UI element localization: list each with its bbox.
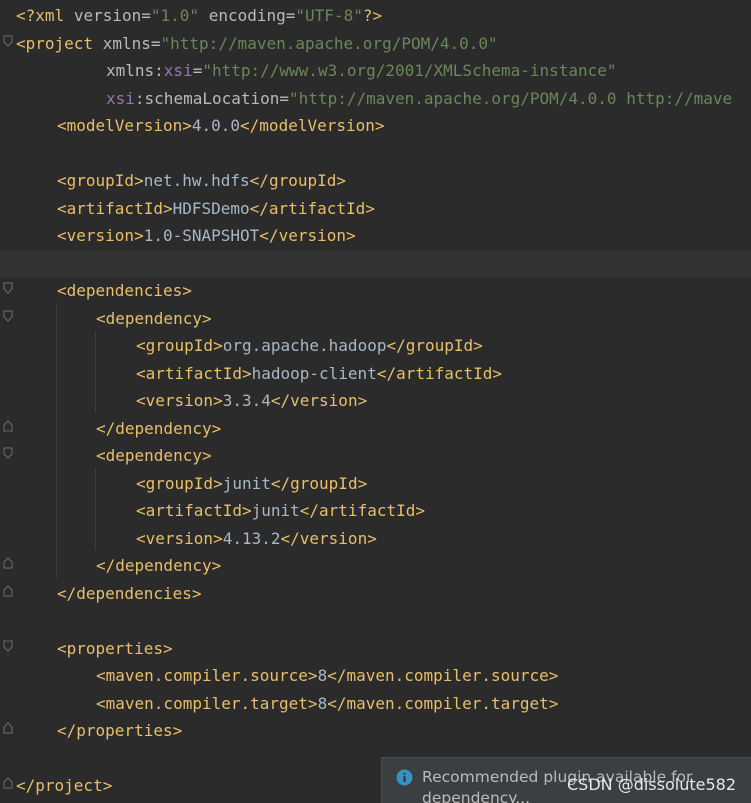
code-line[interactable]: <groupId>org.apache.hadoop</groupId>: [0, 332, 751, 360]
open-tag: <dependencies>: [57, 281, 192, 300]
open-tag: <dependency>: [96, 446, 212, 465]
code-line[interactable]: <artifactId>HDFSDemo</artifactId>: [0, 195, 751, 223]
code-line[interactable]: <modelVersion>4.0.0</modelVersion>: [0, 112, 751, 140]
code-line[interactable]: <maven.compiler.source>8</maven.compiler…: [0, 662, 751, 690]
open-tag: <artifactId>: [136, 501, 252, 520]
namespace-prefix: xsi: [106, 88, 135, 108]
code-line[interactable]: <version>3.3.4</version>: [0, 387, 751, 415]
code-line[interactable]: <groupId>junit</groupId>: [0, 470, 751, 498]
tag-text: 8: [317, 666, 328, 685]
code-line[interactable]: <maven.compiler.target>8</maven.compiler…: [0, 690, 751, 718]
tag-text: net.hw.hdfs: [143, 171, 250, 190]
open-tag: <maven.compiler.target>: [96, 693, 318, 713]
code-line[interactable]: <properties>: [0, 635, 751, 663]
attribute-name: :schemaLocation: [134, 88, 280, 108]
attribute-name: xmlns: [102, 33, 151, 53]
code-line[interactable]: <artifactId>hadoop-client</artifactId>: [0, 360, 751, 388]
close-tag: </modelVersion>: [240, 116, 385, 135]
attribute-name: version: [73, 6, 142, 25]
tag-text: 8: [317, 693, 328, 713]
code-line[interactable]: <dependency>: [0, 442, 751, 470]
equals-sign: =: [150, 33, 161, 53]
open-tag: <maven.compiler.source>: [96, 666, 318, 685]
code-line[interactable]: <?xml version="1.0" encoding="UTF-8"?>: [0, 2, 751, 30]
close-tag: </artifactId>: [376, 363, 503, 383]
attribute-name: xmlns:: [106, 61, 164, 80]
code-line-empty[interactable]: [0, 140, 751, 168]
tag-text: org.apache.hadoop: [222, 336, 387, 355]
tag-text: 4.0.0: [191, 116, 241, 135]
close-tag: </properties>: [57, 721, 183, 740]
open-tag: <groupId>: [57, 171, 144, 190]
close-tag: </artifactId>: [299, 501, 425, 520]
equals-sign: =: [285, 6, 296, 25]
code-line[interactable]: </dependency>: [0, 552, 751, 580]
code-line[interactable]: <project xmlns="http://maven.apache.org/…: [0, 30, 751, 58]
attribute-name: encoding: [208, 6, 286, 25]
code-line[interactable]: <version>1.0-SNAPSHOT</version>: [0, 222, 751, 250]
close-tag: </groupId>: [386, 336, 483, 355]
tag-text: junit: [222, 473, 271, 493]
current-line-highlight[interactable]: [0, 249, 751, 277]
attribute-value: "UTF-8": [295, 6, 363, 25]
namespace-prefix: xsi: [163, 61, 193, 80]
close-tag: </version>: [270, 391, 368, 410]
close-tag: </dependencies>: [57, 583, 202, 603]
attribute-value: "http://maven.apache.org/POM/4.0.0": [160, 33, 498, 53]
tag-text: hadoop-client: [251, 363, 377, 383]
open-tag: <artifactId>: [136, 363, 252, 383]
code-line[interactable]: <artifactId>junit</artifactId>: [0, 497, 751, 525]
code-line-empty[interactable]: [0, 607, 751, 635]
close-tag: </maven.compiler.target>: [327, 693, 559, 713]
xml-declaration-open: <?xml: [16, 6, 65, 25]
tag-text: 4.13.2: [222, 528, 281, 548]
open-tag: <modelVersion>: [57, 116, 192, 135]
close-tag: </artifactId>: [249, 198, 375, 218]
code-editor[interactable]: <?xml version="1.0" encoding="UTF-8"?> <…: [0, 0, 751, 803]
attribute-value: "http://www.w3.org/2001/XMLSchema-instan…: [202, 61, 617, 80]
code-line[interactable]: <groupId>net.hw.hdfs</groupId>: [0, 167, 751, 195]
code-line[interactable]: xsi:schemaLocation="http://maven.apache.…: [0, 85, 751, 113]
close-tag: </dependency>: [96, 556, 222, 575]
code-line[interactable]: <version>4.13.2</version>: [0, 525, 751, 553]
close-tag: </dependency>: [96, 418, 222, 438]
attribute-value: "1.0": [150, 6, 200, 25]
code-line[interactable]: </dependencies>: [0, 580, 751, 608]
code-line[interactable]: xmlns:xsi="http://www.w3.org/2001/XMLSch…: [0, 57, 751, 85]
open-tag: <artifactId>: [57, 198, 173, 218]
close-tag: </version>: [259, 226, 356, 245]
close-tag: </project>: [16, 776, 113, 795]
open-tag: <properties>: [57, 638, 173, 658]
open-tag: <version>: [136, 528, 223, 548]
open-tag: <dependency>: [96, 308, 212, 328]
close-tag: </version>: [280, 528, 377, 548]
xml-declaration-close: ?>: [362, 6, 383, 25]
watermark-text: CSDN @dissolute582: [566, 775, 736, 794]
code-line[interactable]: <dependency>: [0, 305, 751, 333]
equals-sign: =: [141, 6, 151, 25]
close-tag: </groupId>: [270, 473, 368, 493]
attribute-value: "http://maven.apache.org/POM/4.0.0 http:…: [289, 88, 733, 108]
info-icon: [396, 769, 413, 786]
open-tag: <project: [16, 33, 94, 53]
close-tag: </groupId>: [249, 171, 346, 190]
open-tag: <version>: [136, 391, 223, 410]
open-tag: <version>: [57, 226, 144, 245]
code-line[interactable]: </dependency>: [0, 415, 751, 443]
code-line[interactable]: </properties>: [0, 717, 751, 745]
open-tag: <groupId>: [136, 336, 223, 355]
close-tag: </maven.compiler.source>: [327, 666, 559, 685]
code-line[interactable]: <dependencies>: [0, 277, 751, 305]
tag-text: junit: [251, 501, 300, 520]
equals-sign: =: [279, 88, 290, 108]
tag-text: 3.3.4: [222, 391, 271, 410]
equals-sign: =: [192, 61, 203, 80]
tag-text: HDFSDemo: [172, 198, 250, 218]
open-tag: <groupId>: [136, 473, 223, 493]
tag-text: 1.0-SNAPSHOT: [143, 226, 260, 245]
